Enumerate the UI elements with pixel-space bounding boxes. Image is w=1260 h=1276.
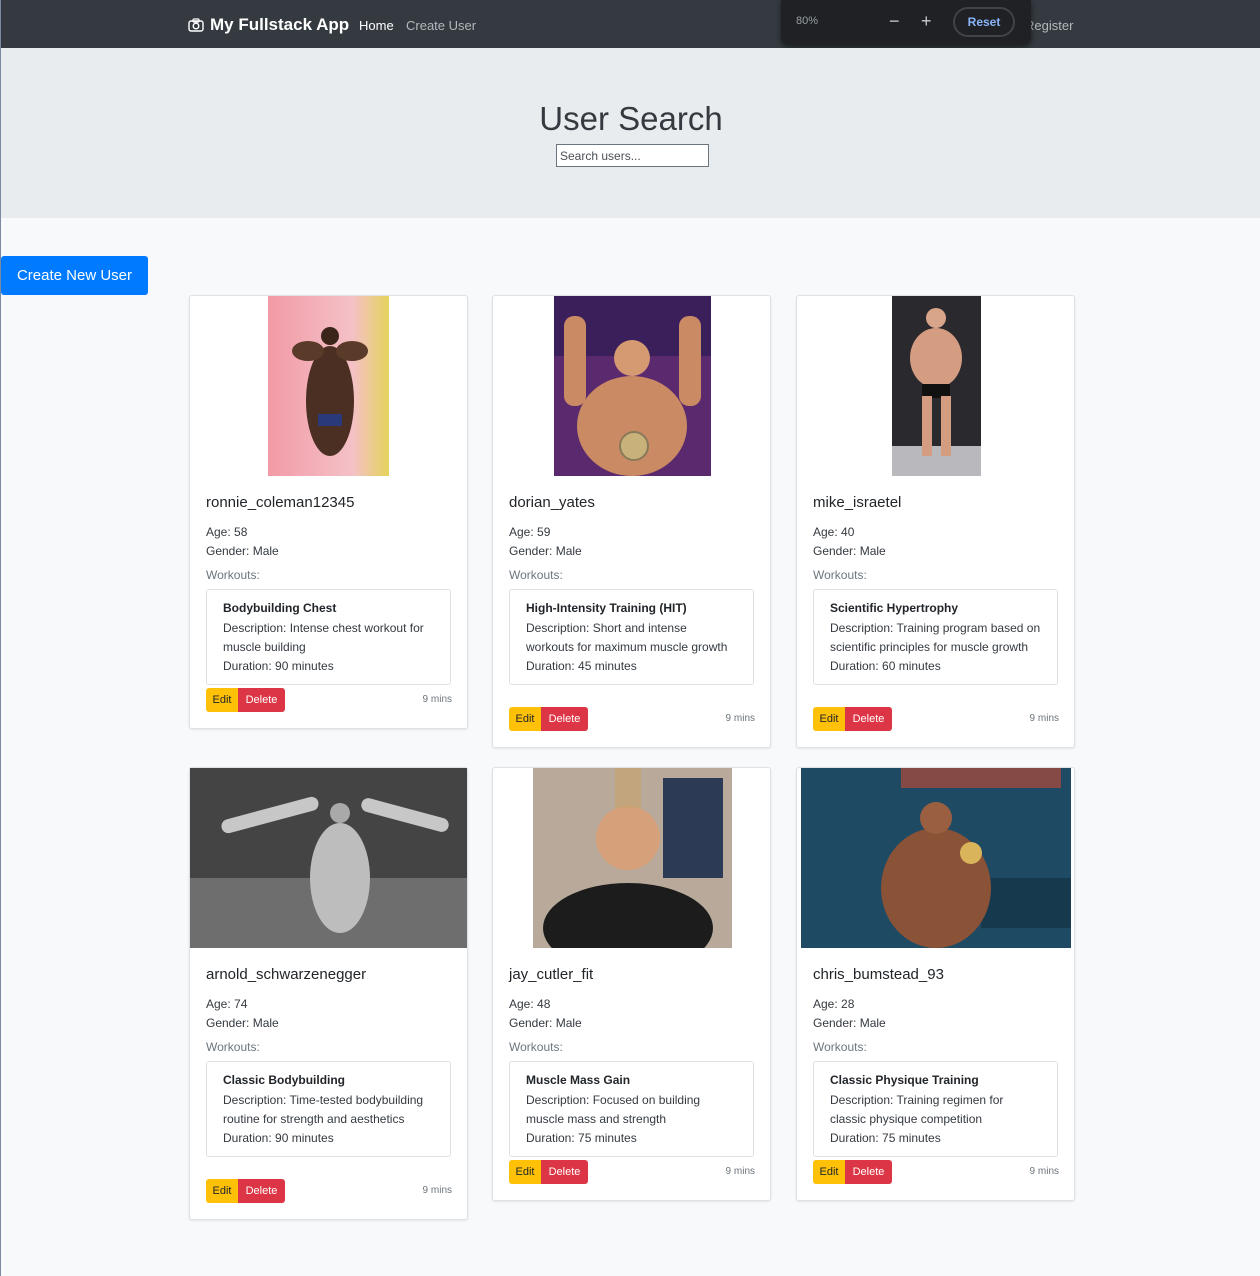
edit-button[interactable]: Edit: [813, 707, 845, 731]
workout-description: Description: Short and intense workouts …: [526, 621, 728, 654]
hero-section: User Search: [1, 48, 1260, 218]
edit-button[interactable]: Edit: [813, 1160, 845, 1184]
brand[interactable]: My Fullstack App: [188, 15, 349, 35]
workout-description: Description: Focused on building muscle …: [526, 1093, 701, 1126]
delete-button[interactable]: Delete: [238, 688, 285, 712]
workout-name: Classic Physique Training: [830, 1073, 979, 1087]
user-age: Age: 59: [509, 525, 551, 539]
workout-duration: Duration: 75 minutes: [526, 1131, 637, 1145]
camera-icon: [188, 18, 204, 32]
workout-duration: Duration: 90 minutes: [223, 1131, 334, 1145]
user-card: ronnie_coleman12345 Age: 58 Gender: Male…: [189, 295, 468, 729]
username: jay_cutler_fit: [509, 966, 594, 983]
timestamp: 9 mins: [1029, 1166, 1059, 1177]
workouts-label: Workouts:: [206, 568, 260, 582]
edit-button[interactable]: Edit: [509, 1160, 541, 1184]
delete-button[interactable]: Delete: [845, 1160, 892, 1184]
user-photo: [892, 296, 981, 476]
zoom-reset-button[interactable]: Reset: [953, 7, 1015, 37]
timestamp: 9 mins: [422, 694, 452, 705]
workout-card: Scientific Hypertrophy Description: Trai…: [813, 589, 1058, 685]
zoom-out-button[interactable]: −: [889, 10, 900, 32]
user-gender: Gender: Male: [206, 1016, 279, 1030]
edit-button[interactable]: Edit: [206, 1179, 238, 1203]
workouts-label: Workouts:: [206, 1040, 260, 1054]
search-input[interactable]: [556, 144, 709, 167]
user-card: jay_cutler_fit Age: 48 Gender: Male Work…: [492, 767, 771, 1201]
user-age: Age: 40: [813, 525, 855, 539]
workout-card: Classic Bodybuilding Description: Time-t…: [206, 1061, 451, 1157]
user-age: Age: 58: [206, 525, 248, 539]
user-gender: Gender: Male: [813, 544, 886, 558]
username: mike_israetel: [813, 494, 902, 511]
timestamp: 9 mins: [725, 1166, 755, 1177]
workouts-label: Workouts:: [509, 1040, 563, 1054]
workout-duration: Duration: 45 minutes: [526, 659, 637, 673]
user-age: Age: 28: [813, 997, 855, 1011]
delete-button[interactable]: Delete: [541, 1160, 588, 1184]
workout-name: Muscle Mass Gain: [526, 1073, 631, 1087]
workout-description: Description: Time-tested bodybuilding ro…: [223, 1093, 424, 1126]
delete-button[interactable]: Delete: [845, 707, 892, 731]
workout-description: Description: Training regimen for classi…: [830, 1093, 1004, 1126]
user-photo: [268, 296, 389, 476]
user-photo: [190, 768, 467, 948]
user-gender: Gender: Male: [813, 1016, 886, 1030]
user-photo: [554, 296, 711, 476]
workout-card: High-Intensity Training (HIT) Descriptio…: [509, 589, 754, 685]
workout-duration: Duration: 75 minutes: [830, 1131, 941, 1145]
workout-duration: Duration: 60 minutes: [830, 659, 941, 673]
workouts-label: Workouts:: [509, 568, 563, 582]
delete-button[interactable]: Delete: [541, 707, 588, 731]
workout-name: Classic Bodybuilding: [223, 1073, 346, 1087]
user-card: arnold_schwarzenegger Age: 74 Gender: Ma…: [189, 767, 468, 1220]
user-card: chris_bumstead_93 Age: 28 Gender: Male W…: [796, 767, 1075, 1201]
user-age: Age: 74: [206, 997, 248, 1011]
nav-home[interactable]: Home: [359, 18, 394, 33]
zoom-in-button[interactable]: +: [921, 10, 932, 32]
create-new-user-button[interactable]: Create New User: [1, 256, 148, 295]
workout-duration: Duration: 90 minutes: [223, 659, 334, 673]
username: dorian_yates: [509, 494, 595, 511]
username: ronnie_coleman12345: [206, 494, 355, 511]
brand-label: My Fullstack App: [210, 15, 350, 34]
user-gender: Gender: Male: [206, 544, 279, 558]
delete-button[interactable]: Delete: [238, 1179, 285, 1203]
user-card: mike_israetel Age: 40 Gender: Male Worko…: [796, 295, 1075, 748]
user-gender: Gender: Male: [509, 544, 582, 558]
zoom-level: 80%: [796, 15, 819, 27]
user-card: dorian_yates Age: 59 Gender: Male Workou…: [492, 295, 771, 748]
workouts-label: Workouts:: [813, 568, 867, 582]
user-age: Age: 48: [509, 997, 551, 1011]
user-photo: [801, 768, 1071, 948]
username: chris_bumstead_93: [813, 966, 944, 983]
workout-name: Bodybuilding Chest: [223, 601, 337, 615]
edit-button[interactable]: Edit: [206, 688, 238, 712]
workout-description: Description: Intense chest workout for m…: [223, 621, 424, 654]
workout-name: High-Intensity Training (HIT): [526, 601, 687, 615]
workout-name: Scientific Hypertrophy: [830, 601, 959, 615]
edit-button[interactable]: Edit: [509, 707, 541, 731]
navbar: My Fullstack App Home Create User Regist…: [1, 0, 1260, 48]
workout-card: Classic Physique Training Description: T…: [813, 1061, 1058, 1157]
user-gender: Gender: Male: [509, 1016, 582, 1030]
nav-register[interactable]: Register: [1025, 18, 1073, 33]
timestamp: 9 mins: [422, 1185, 452, 1196]
page-title: User Search: [539, 100, 723, 137]
nav-create-user[interactable]: Create User: [406, 18, 476, 33]
workouts-label: Workouts:: [813, 1040, 867, 1054]
zoom-popup: 80% − + Reset: [781, 0, 1031, 45]
workout-description: Description: Training program based on s…: [830, 621, 1041, 654]
workout-card: Bodybuilding Chest Description: Intense …: [206, 589, 451, 685]
timestamp: 9 mins: [1029, 713, 1059, 724]
workout-card: Muscle Mass Gain Description: Focused on…: [509, 1061, 754, 1157]
user-photo: [533, 768, 732, 948]
timestamp: 9 mins: [725, 713, 755, 724]
username: arnold_schwarzenegger: [206, 966, 367, 983]
